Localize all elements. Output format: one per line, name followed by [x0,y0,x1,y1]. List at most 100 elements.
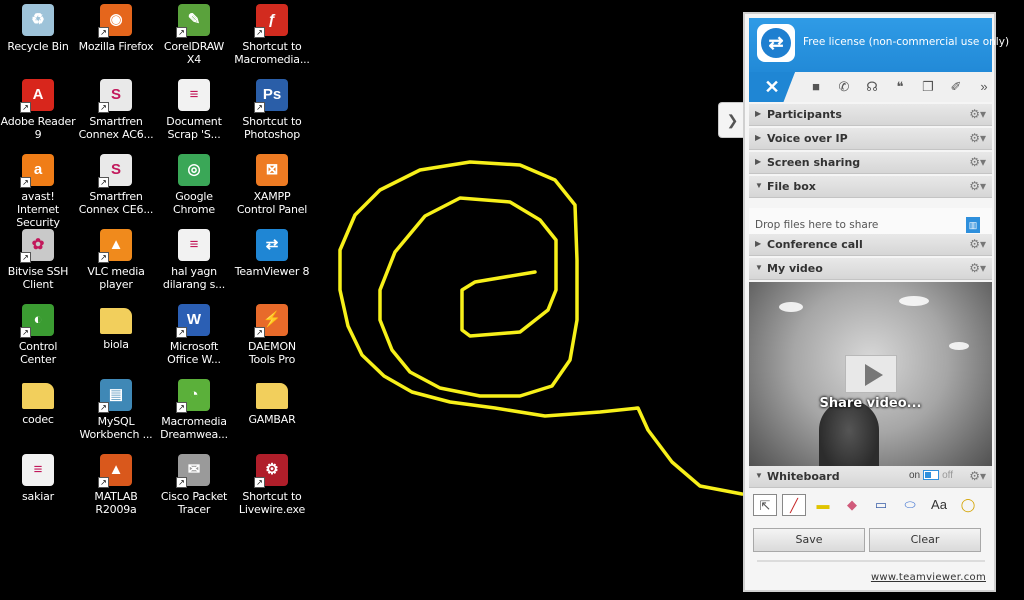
chat-icon[interactable]: ❝ [889,78,911,96]
rectangle-icon[interactable]: ▭ [869,494,893,516]
section-screen-sharing[interactable]: ▶ Screen sharing ⚙▾ [749,152,992,174]
section-file-box[interactable]: ▼ File box ⚙▾ [749,176,992,198]
section-voice-over-ip[interactable]: ▶ Voice over IP ⚙▾ [749,128,992,150]
section-whiteboard[interactable]: ▼ Whiteboard on off ⚙▾ [749,466,992,488]
desktop-icon[interactable]: GAMBAR [234,377,310,447]
expand-arrow-icon: ▶ [755,133,762,142]
phone-icon[interactable]: ✆ [833,78,855,96]
video-icon[interactable]: ■ [805,78,827,96]
desktop-icon[interactable]: a ↗ avast! Internet Security [0,152,76,229]
desktop-icon[interactable]: Ps ↗ Shortcut to Photoshop [234,77,310,147]
matlab-icon: ▲ ↗ [98,454,132,488]
clear-button[interactable]: Clear [869,528,981,552]
daemon-tools-icon: ⚡ ↗ [254,304,288,338]
broom-icon[interactable]: ✐ [945,78,967,96]
desktop-icon[interactable]: ≡ Document Scrap 'S... [156,77,232,147]
files-icon[interactable]: ❐ [917,78,939,96]
shortcut-arrow-icon: ↗ [98,27,109,38]
desktop-icon[interactable]: W ↗ Microsoft Office W... [156,302,232,372]
document-icon: ≡ [22,454,54,486]
desktop-icon-label: Mozilla Firefox [78,40,154,53]
desktop-icon[interactable]: ⇄ TeamViewer 8 [234,227,310,297]
desktop-icon[interactable]: ⚡ ↗ DAEMON Tools Pro [234,302,310,372]
more-icon[interactable]: » [973,78,995,96]
gear-icon[interactable]: ⚙▾ [969,261,986,275]
recycle-bin-icon: ♻ [22,4,54,36]
folder-icon [22,383,54,409]
desktop-icon[interactable]: ◉ ↗ Mozilla Firefox [78,2,154,72]
pen-icon[interactable]: ╱ [782,494,806,516]
share-video-label[interactable]: Share video... [749,396,992,411]
desktop-icon-label: avast! Internet Security [16,190,60,229]
desktop-icon[interactable]: ▲ ↗ VLC media player [78,227,154,297]
speech-bubble-icon[interactable]: ◯ [956,494,980,516]
toggle-off-label: off [942,470,954,481]
folder-icon [100,308,132,334]
section-title: Voice over IP [767,132,848,145]
gear-icon[interactable]: ⚙▾ [969,107,986,121]
section-my-video[interactable]: ▼ My video ⚙▾ [749,258,992,280]
section-participants[interactable]: ▶ Participants ⚙▾ [749,104,992,126]
collapse-panel-button[interactable]: ❯ [718,102,746,138]
desktop-icon[interactable]: ✉ ↗ Cisco Packet Tracer [156,452,232,522]
save-button[interactable]: Save [753,528,865,552]
section-title: File box [767,180,816,193]
desktop-icon[interactable]: ▤ ↗ MySQL Workbench ... [78,377,154,447]
desktop-icon-label: DAEMON Tools Pro [248,340,296,366]
desktop-icon[interactable]: ◐ ↗ Control Center [0,302,76,372]
shortcut-arrow-icon: ↗ [20,102,31,113]
expand-arrow-icon: ▶ [755,239,762,248]
desktop-icon[interactable]: ◔ ↗ Macromedia Dreamwea... [156,377,232,447]
desktop-icon[interactable]: S ↗ Smartfren Connex CE6... [78,152,154,222]
shortcut-arrow-icon: ↗ [176,402,187,413]
desktop-icon[interactable]: ≡ hal yagn dilarang s... [156,227,232,297]
section-conference-call[interactable]: ▶ Conference call ⚙▾ [749,234,992,256]
desktop-icon[interactable]: codec [0,377,76,447]
chrome-icon: ◎ [178,154,210,186]
desktop-icon[interactable]: ƒ ↗ Shortcut to Macromedia... [234,2,310,72]
desktop-icon-label: Macromedia Dreamwea... [160,415,228,441]
document-icon: ≡ [178,79,210,111]
eraser-icon[interactable]: ◆ [840,494,864,516]
whiteboard-toggle[interactable]: on off [909,470,953,481]
shortcut-arrow-icon: ↗ [254,327,265,338]
toggle-switch[interactable] [923,470,940,481]
desktop-icon[interactable]: biola [78,302,154,372]
desktop-icon[interactable]: ≡ sakiar [0,452,76,522]
desktop-icon[interactable]: ⚙ ↗ Shortcut to Livewire.exe [234,452,310,522]
desktop-icon[interactable]: A ↗ Adobe Reader 9 [0,77,76,147]
bitvise-icon: ✿ ↗ [20,229,54,263]
headset-icon[interactable]: ☊ [861,78,883,96]
desktop-icon[interactable]: ◎ Google Chrome [156,152,232,222]
desktop-icon-label: Document Scrap 'S... [166,115,222,141]
highlighter-icon[interactable]: ▬ [811,494,835,516]
smartfren-icon: S ↗ [98,79,132,113]
pointer-icon[interactable]: ⇱ [753,494,777,516]
gear-icon[interactable]: ⚙▾ [969,155,986,169]
desktop-icon-label: MATLAB R2009a [94,490,138,516]
gear-icon[interactable]: ⚙▾ [969,469,986,483]
desktop-icon[interactable]: ✎ ↗ CorelDRAW X4 [156,2,232,72]
ellipse-icon[interactable]: ⬭ [898,494,922,516]
share-video-button[interactable] [845,355,897,393]
desktop-icon-label: Google Chrome [173,190,215,216]
desktop-icon[interactable]: ⊠ XAMPP Control Panel [234,152,310,222]
desktop-icon[interactable]: ▲ ↗ MATLAB R2009a [78,452,154,522]
desktop-icon-label: Recycle Bin [7,40,69,53]
text-icon[interactable]: Aa [927,494,951,516]
teamviewer-link[interactable]: www.teamviewer.com [871,572,986,583]
desktop-icon[interactable]: S ↗ Smartfren Connex AC6... [78,77,154,147]
file-box-icon[interactable]: ▥ [966,217,980,233]
desktop-icon[interactable]: ✿ ↗ Bitvise SSH Client [0,227,76,297]
desktop-icon-label: Bitvise SSH Client [7,265,69,291]
document-icon: ≡ [178,229,210,261]
gear-icon[interactable]: ⚙▾ [969,131,986,145]
gear-icon[interactable]: ⚙▾ [969,179,986,193]
desktop-icon-label: CorelDRAW X4 [163,40,225,66]
avast-icon: a ↗ [20,154,54,188]
gear-icon[interactable]: ⚙▾ [969,237,986,251]
photoshop-icon: Ps ↗ [254,79,288,113]
shortcut-arrow-icon: ↗ [98,402,109,413]
expand-arrow-icon: ▶ [755,157,762,166]
desktop-icon[interactable]: ♻ Recycle Bin [0,2,76,72]
